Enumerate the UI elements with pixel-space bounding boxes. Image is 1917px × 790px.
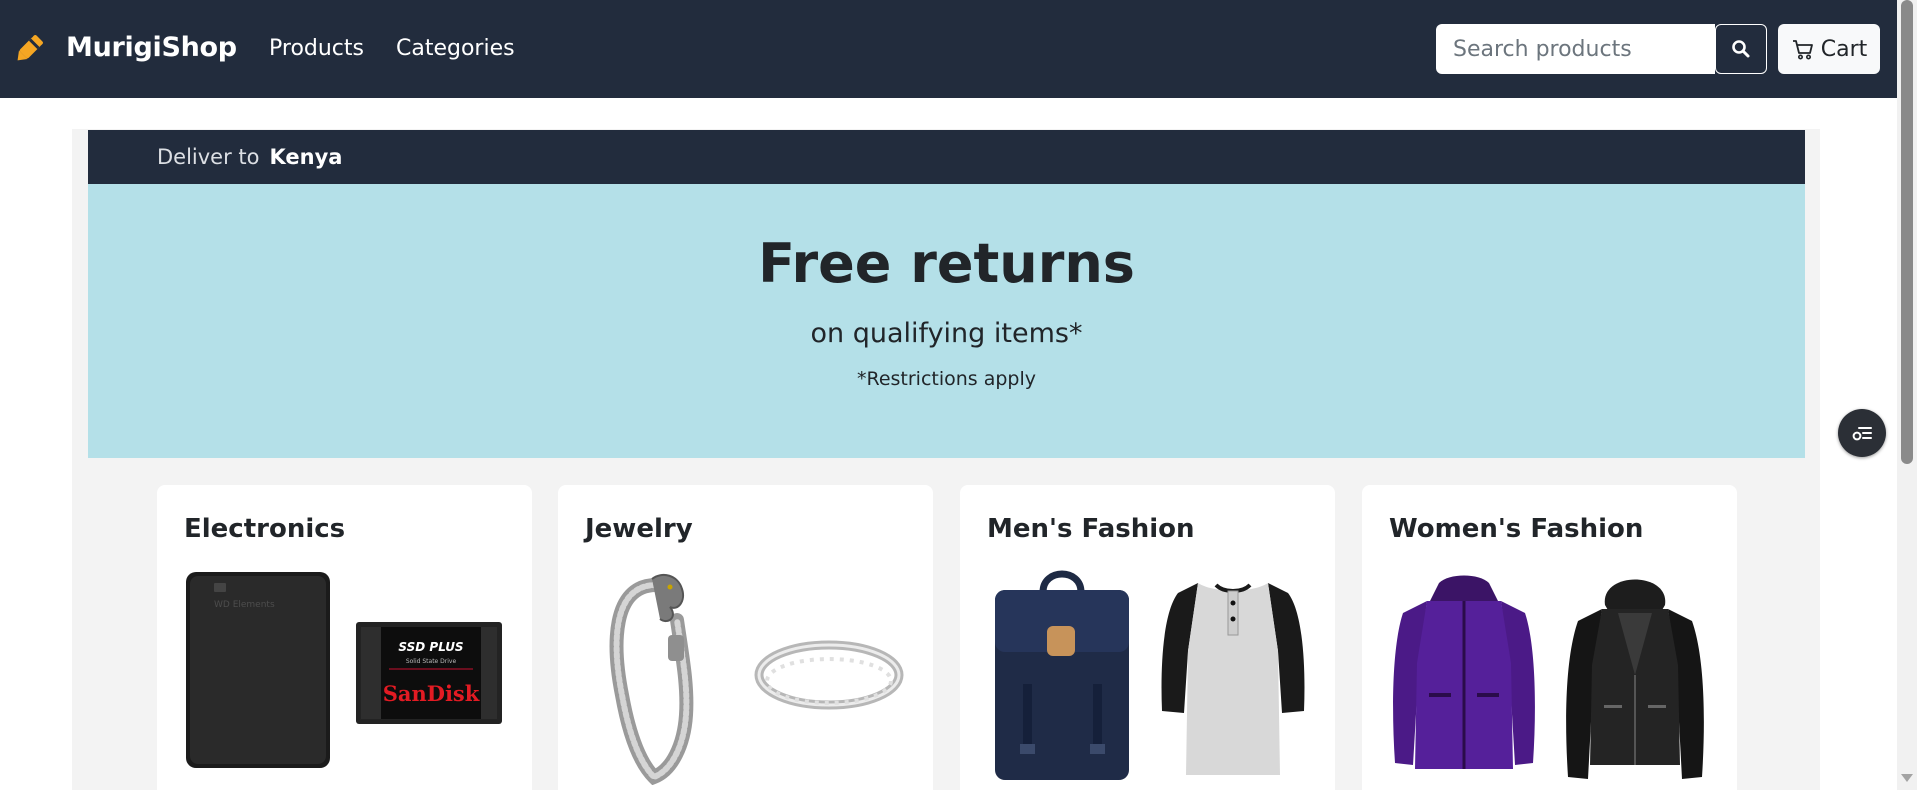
external-hard-drive-image: WD Elements [186,572,330,768]
card-title: Jewelry [585,514,693,544]
deliver-prefix: Deliver to [157,145,260,169]
settings-list-icon [1852,427,1872,441]
category-card-electronics[interactable]: Electronics WD Elements SSD PLUS Solid S… [157,485,532,790]
bracelet-image [609,573,694,785]
search-input[interactable] [1436,24,1715,74]
raglan-shirt-image [1161,583,1305,775]
leather-jacket-image [1566,579,1704,779]
deliver-bar[interactable]: Deliver to Kenya [88,130,1805,184]
card-title: Women's Fashion [1389,514,1644,544]
pencil-icon [17,35,43,61]
search-button[interactable] [1715,24,1767,74]
svg-text:Solid State Drive: Solid State Drive [406,658,457,665]
scroll-down-arrow-icon[interactable] [1901,774,1913,782]
nav-link-products[interactable]: Products [269,36,364,61]
svg-text:SSD PLUS: SSD PLUS [398,640,463,654]
purple-jacket-image [1393,575,1535,769]
hero-subtitle: on qualifying items* [810,318,1083,349]
navbar: MurigiShop Products Categories Cart [0,0,1897,98]
backpack-image [995,570,1129,780]
cart-icon [1792,40,1813,60]
category-card-jewelry[interactable]: Jewelry [558,485,933,790]
ring-image [754,640,904,710]
hero-note: *Restrictions apply [856,368,1037,390]
cart-button[interactable]: Cart [1778,24,1880,74]
ssd-image: SSD PLUS Solid State Drive SanDisk [356,622,502,724]
vertical-scrollbar[interactable] [1897,0,1917,790]
card-title: Electronics [184,514,346,544]
scrollbar-thumb[interactable] [1901,0,1913,464]
svg-text:WD Elements: WD Elements [214,600,275,610]
brand-name: MurigiShop [66,31,237,63]
category-card-mens-fashion[interactable]: Men's Fashion [960,485,1335,790]
svg-text:SanDisk: SanDisk [383,681,480,706]
hero-title: Free returns [758,232,1135,295]
hero-banner: Free returns on qualifying items* *Restr… [88,184,1805,458]
deliver-country: Kenya [269,145,343,169]
nav-link-categories[interactable]: Categories [396,36,515,61]
search-icon [1732,40,1750,58]
floating-settings-button[interactable] [1838,409,1886,457]
card-title: Men's Fashion [987,514,1195,544]
category-card-womens-fashion[interactable]: Women's Fashion [1362,485,1737,790]
brand-link[interactable]: MurigiShop [14,30,237,64]
cart-label: Cart [1820,36,1868,62]
